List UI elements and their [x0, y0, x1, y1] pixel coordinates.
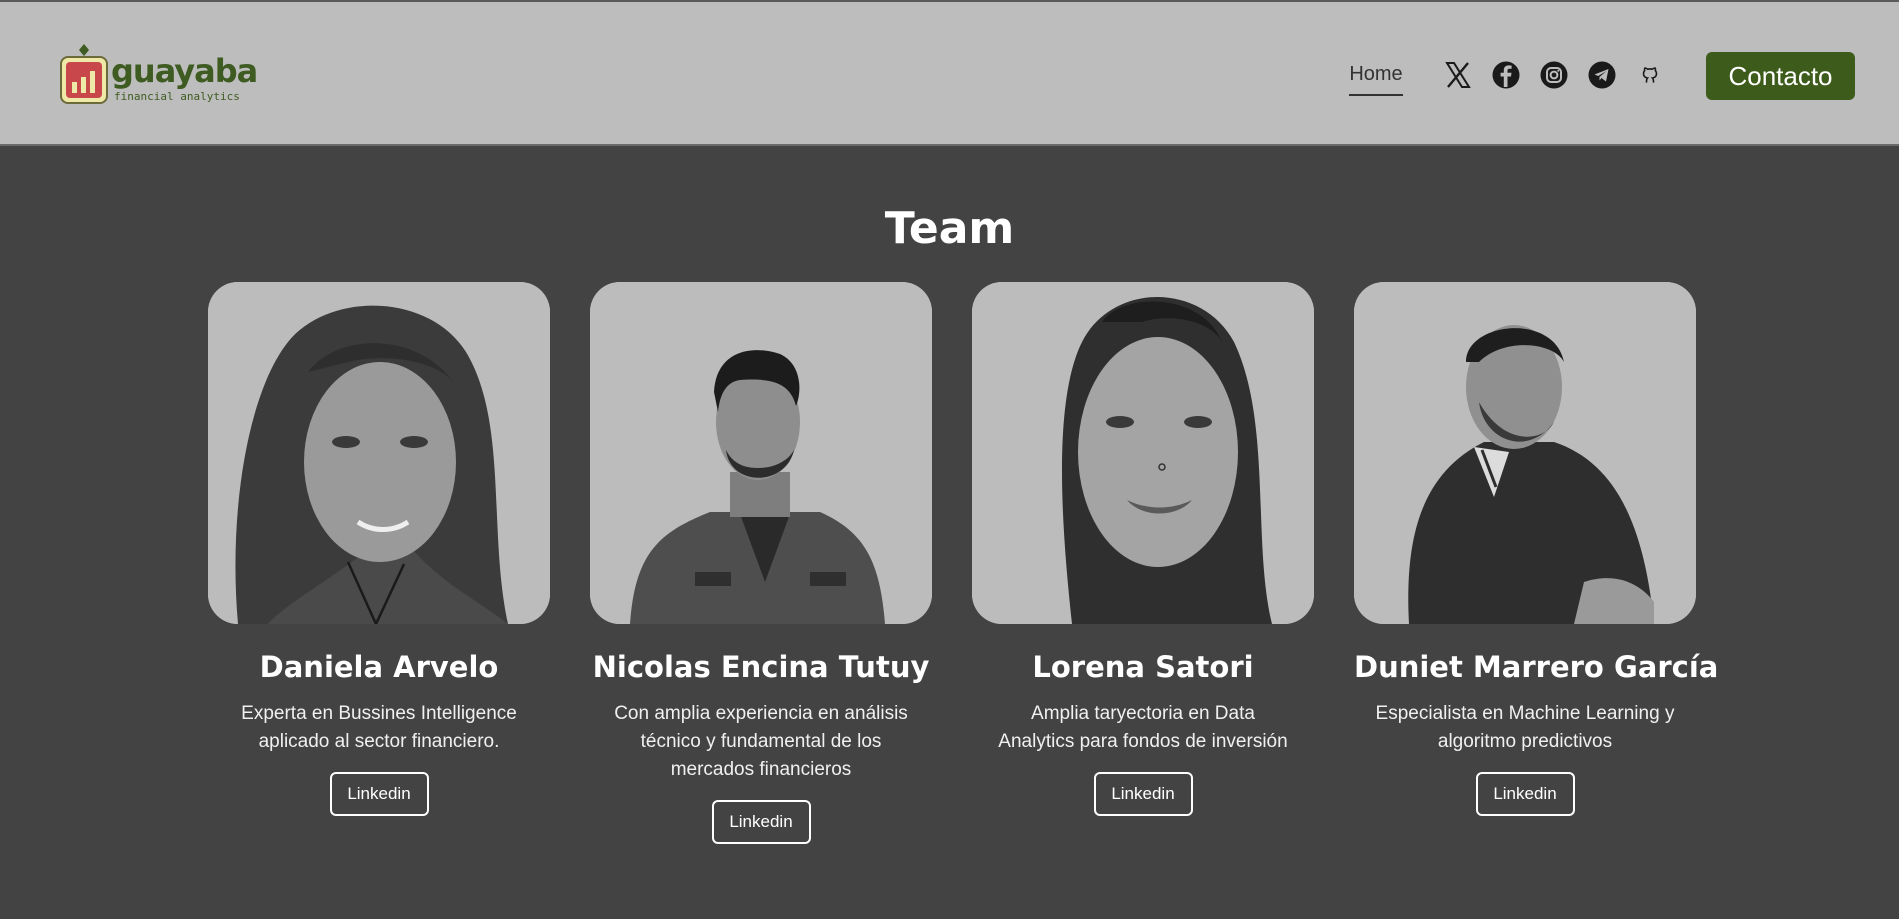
nav-home-link[interactable]: Home	[1349, 62, 1403, 96]
member-name: Duniet Marrero García	[1354, 650, 1719, 684]
site-header: guayaba financial analytics Home Contact…	[0, 0, 1899, 146]
linkedin-button[interactable]: Linkedin	[711, 800, 811, 844]
team-member-card: Lorena Satori Amplia taryectoria en Data…	[972, 282, 1314, 816]
facebook-icon[interactable]	[1491, 60, 1521, 90]
team-section-title: Team	[884, 203, 1015, 254]
telegram-icon[interactable]	[1587, 60, 1617, 90]
member-description: Amplia taryectoria en Data Analytics par…	[998, 703, 1288, 752]
linkedin-button[interactable]: Linkedin	[1093, 772, 1193, 816]
logo-mark-icon	[60, 44, 108, 104]
member-name: Lorena Satori	[1032, 650, 1254, 684]
member-description: Con amplia experiencia en análisis técni…	[614, 703, 908, 780]
instagram-icon[interactable]	[1539, 60, 1569, 90]
brand-name: guayaba	[111, 52, 258, 90]
github-icon[interactable]	[1635, 60, 1665, 90]
member-photo-lorena	[972, 282, 1314, 624]
linkedin-button[interactable]: Linkedin	[1475, 772, 1575, 816]
x-icon[interactable]	[1443, 60, 1473, 90]
member-photo-nicolas	[590, 282, 932, 624]
team-member-card: Daniela Arvelo Experta en Bussines Intel…	[208, 282, 550, 816]
member-name: Nicolas Encina Tutuy	[592, 650, 930, 684]
team-member-card: Duniet Marrero García Especialista en Ma…	[1354, 282, 1719, 816]
contact-button[interactable]: Contacto	[1706, 52, 1855, 100]
brand-logo[interactable]: guayaba financial analytics	[60, 44, 258, 110]
member-name: Daniela Arvelo	[259, 650, 499, 684]
linkedin-button[interactable]: Linkedin	[329, 772, 429, 816]
brand-tagline: financial analytics	[114, 90, 240, 103]
member-photo-duniet	[1354, 282, 1696, 624]
team-member-card: Nicolas Encina Tutuy Con amplia experien…	[590, 282, 932, 844]
member-description: Especialista en Machine Learning y algor…	[1375, 703, 1675, 752]
member-photo-daniela	[208, 282, 550, 624]
member-description: Experta en Bussines Intelligence aplicad…	[241, 703, 517, 752]
